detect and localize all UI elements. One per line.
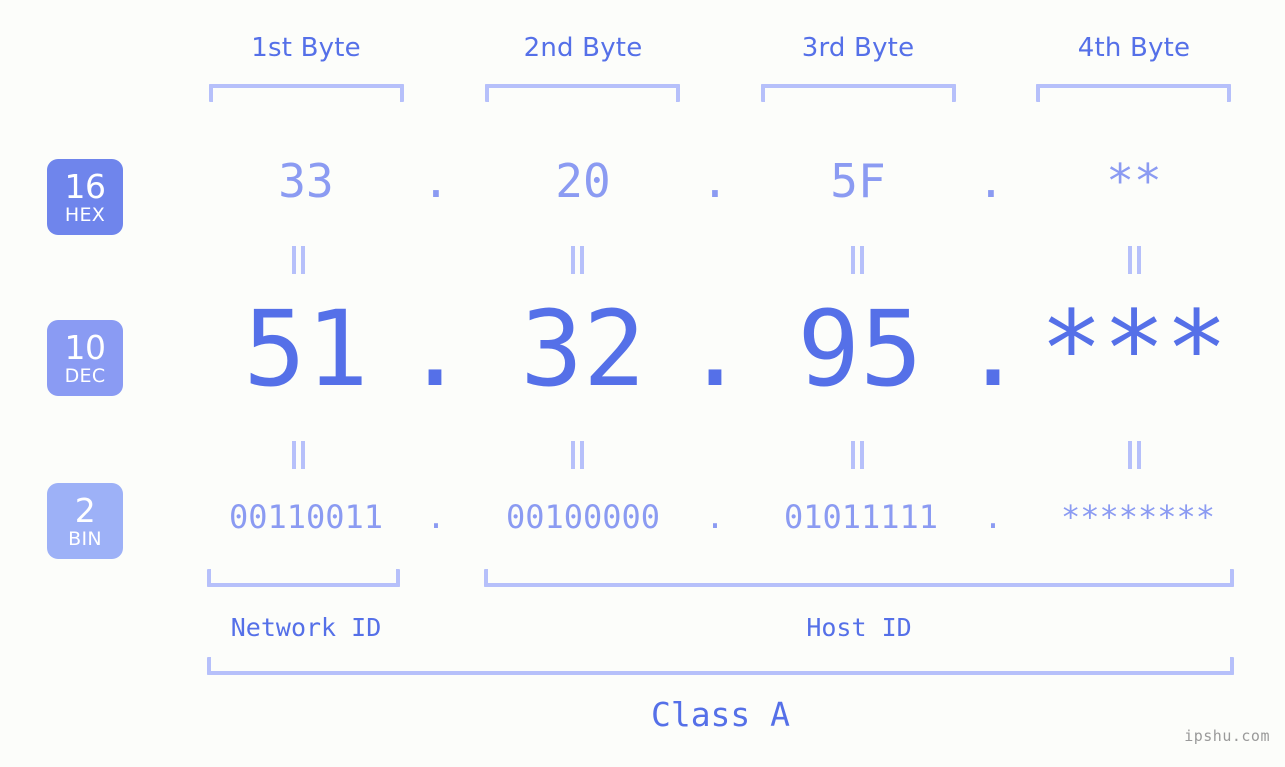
byte-header-4: 4th Byte xyxy=(1077,33,1191,63)
network-id-label: Network ID xyxy=(230,613,382,642)
hex-separator-1: . xyxy=(422,154,450,208)
base-badge-dec: 10 DEC xyxy=(47,320,123,396)
base-badge-hex: 16 HEX xyxy=(47,159,123,235)
host-id-bracket xyxy=(484,569,1234,587)
equals-mark-dec-bin-3 xyxy=(851,441,865,469)
hex-separator-3: . xyxy=(977,154,1005,208)
equals-mark-dec-bin-2 xyxy=(571,441,585,469)
byte-bracket-4 xyxy=(1036,84,1231,102)
byte-bracket-1 xyxy=(209,84,404,102)
base-badge-dec-number: 10 xyxy=(64,327,107,367)
byte-bracket-2 xyxy=(485,84,680,102)
host-id-label: Host ID xyxy=(806,613,912,642)
hex-byte-3: 5F xyxy=(830,154,886,208)
base-badge-bin: 2 BIN xyxy=(47,483,123,559)
equals-mark-hex-dec-3 xyxy=(851,246,865,274)
hex-byte-2: 20 xyxy=(555,154,611,208)
byte-header-1: 1st Byte xyxy=(251,33,361,63)
watermark: ipshu.com xyxy=(1184,727,1270,745)
base-badge-bin-number: 2 xyxy=(74,490,96,530)
dec-byte-4: *** xyxy=(1040,288,1228,410)
equals-mark-dec-bin-1 xyxy=(292,441,306,469)
bin-byte-4: ******** xyxy=(1060,498,1216,536)
equals-mark-hex-dec-2 xyxy=(571,246,585,274)
byte-header-3: 3rd Byte xyxy=(801,33,915,63)
byte-bracket-3 xyxy=(761,84,956,102)
base-badge-bin-name: BIN xyxy=(68,527,102,550)
byte-header-2: 2nd Byte xyxy=(523,33,643,63)
equals-mark-dec-bin-4 xyxy=(1128,441,1142,469)
hex-byte-4: ** xyxy=(1106,154,1162,208)
ip-address-breakdown-diagram: 1st Byte 2nd Byte 3rd Byte 4th Byte 16 H… xyxy=(0,0,1285,767)
network-id-bracket xyxy=(207,569,400,587)
equals-mark-hex-dec-4 xyxy=(1128,246,1142,274)
base-badge-dec-name: DEC xyxy=(64,364,106,387)
class-label: Class A xyxy=(650,695,791,734)
hex-separator-2: . xyxy=(701,154,729,208)
hex-byte-1: 33 xyxy=(278,154,334,208)
class-bracket xyxy=(207,657,1234,675)
base-badge-hex-name: HEX xyxy=(64,203,106,226)
base-badge-hex-number: 16 xyxy=(64,166,107,206)
equals-mark-hex-dec-1 xyxy=(292,246,306,274)
